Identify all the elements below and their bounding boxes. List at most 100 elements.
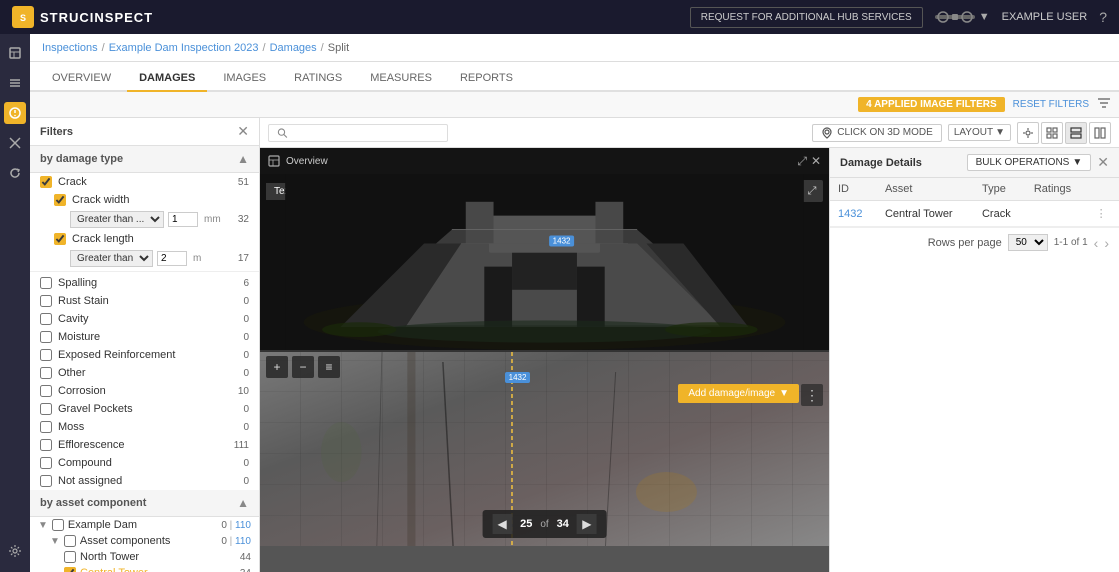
tab-damages[interactable]: DAMAGES — [127, 66, 207, 92]
filter-crack-width-condition: Greater than ... mm 32 — [30, 209, 259, 230]
zoom-in-button[interactable]: + — [266, 356, 288, 378]
asset-components-row: ▼ Asset components 0 | 110 — [30, 533, 259, 549]
filter-other-checkbox[interactable] — [40, 367, 52, 379]
sidebar-icon-close[interactable] — [4, 132, 26, 154]
filter-crack-width-select[interactable]: Greater than ... — [70, 211, 164, 228]
next-image-button[interactable]: ▶ — [577, 514, 597, 534]
filter-crack-length-checkbox[interactable] — [54, 233, 66, 245]
damage-row-more-icon[interactable]: ⋮ — [1096, 208, 1107, 220]
click-3d-mode-button[interactable]: CLICK ON 3D MODE — [812, 124, 942, 142]
add-damage-button[interactable]: Add damage/image ▼ — [678, 384, 799, 403]
fullscreen-icon[interactable]: ⤢ — [797, 154, 807, 169]
image-more-options-icon[interactable]: ⋮ — [801, 384, 823, 406]
tab-reports[interactable]: REPORTS — [448, 66, 525, 92]
filter-crack-checkbox[interactable] — [40, 176, 52, 188]
asset-components-expand[interactable]: ▼ — [50, 536, 60, 547]
layout-split-icon[interactable] — [1065, 122, 1087, 144]
svg-text:S: S — [20, 13, 26, 23]
bulk-operations-group: BULK OPERATIONS ▼ ✕ — [967, 154, 1109, 171]
damage-id-link[interactable]: 1432 — [838, 208, 862, 220]
filter-corrosion-checkbox[interactable] — [40, 385, 52, 397]
asset-central-tower-count: 34 — [240, 568, 251, 572]
filter-exposed-checkbox[interactable] — [40, 349, 52, 361]
filter-crack-width-input[interactable] — [168, 212, 198, 227]
asset-central-tower-checkbox[interactable] — [64, 567, 76, 572]
filter-ruststain-checkbox[interactable] — [40, 295, 52, 307]
damage-details-title: Damage Details — [840, 157, 922, 169]
sidebar-icon-settings[interactable] — [4, 540, 26, 562]
filter-crack-width-checkbox[interactable] — [54, 194, 66, 206]
tab-ratings[interactable]: RATINGS — [282, 66, 354, 92]
3d-damage-marker[interactable]: 1432 — [549, 235, 575, 246]
filter-spalling-row: Spalling 6 — [30, 274, 259, 292]
asset-dam-checkbox[interactable] — [52, 519, 64, 531]
bulk-operations-button[interactable]: BULK OPERATIONS ▼ — [967, 154, 1092, 171]
filter-spalling-checkbox[interactable] — [40, 277, 52, 289]
tab-overview[interactable]: OVERVIEW — [40, 66, 123, 92]
filter-other-row: Other 0 — [30, 364, 259, 382]
toolbar-menu-button[interactable]: ≡ — [318, 356, 340, 378]
col-asset: Asset — [877, 178, 974, 201]
filter-moisture-checkbox[interactable] — [40, 331, 52, 343]
drone-dropdown[interactable]: ▼ — [979, 11, 990, 23]
layout-columns-icon[interactable] — [1089, 122, 1111, 144]
breadcrumb-inspection[interactable]: Example Dam Inspection 2023 — [109, 42, 259, 54]
rows-per-page-select[interactable]: 50 — [1008, 234, 1048, 251]
breadcrumb-damages[interactable]: Damages — [270, 42, 317, 54]
damage-type-toggle[interactable]: ▲ — [237, 152, 249, 166]
filter-toggle-icon[interactable] — [1097, 96, 1111, 113]
filter-crack-length-select[interactable]: Greater than — [70, 250, 153, 267]
layout-settings-icon[interactable] — [1017, 122, 1039, 144]
filter-cavity-checkbox[interactable] — [40, 313, 52, 325]
tab-measures[interactable]: MEASURES — [358, 66, 444, 92]
breadcrumb-inspections[interactable]: Inspections — [42, 42, 98, 54]
zoom-out-button[interactable]: − — [292, 356, 314, 378]
filter-moss-label: Moss — [58, 421, 84, 433]
col-type: Type — [974, 178, 1026, 201]
user-menu[interactable]: EXAMPLE USER — [1002, 11, 1088, 23]
layout-dropdown[interactable]: LAYOUT ▼ — [948, 124, 1011, 141]
prev-image-button[interactable]: ◀ — [492, 514, 512, 534]
sidebar-icon-damage[interactable] — [4, 102, 26, 124]
filter-gravel-checkbox[interactable] — [40, 403, 52, 415]
sidebar-icon-refresh[interactable] — [4, 162, 26, 184]
image-damage-marker[interactable]: 1432 — [505, 372, 531, 383]
filter-efflorescence-checkbox[interactable] — [40, 439, 52, 451]
damage-details-collapse-icon[interactable]: ✕ — [1097, 154, 1109, 171]
asset-central-tower-label: Central Tower — [80, 567, 148, 572]
hub-services-button[interactable]: REQUEST FOR ADDITIONAL HUB SERVICES — [690, 7, 923, 28]
filter-notassigned-checkbox[interactable] — [40, 475, 52, 487]
filter-panel-title: Filters — [40, 126, 73, 138]
logo-text: STRUCINSPECT — [40, 10, 153, 25]
asset-north-tower-checkbox[interactable] — [64, 551, 76, 563]
filter-panel-close-icon[interactable]: ✕ — [237, 123, 249, 140]
image-canvas[interactable]: 1432 + − ≡ Add damage/image ▼ — [260, 352, 829, 546]
3d-viewer-header: Overview ⤢ ✕ — [260, 148, 829, 174]
sidebar-icon-home[interactable] — [4, 42, 26, 64]
drone-icon — [935, 7, 975, 27]
filter-crack-length-input[interactable] — [157, 251, 187, 266]
content-area: Overview ⤢ ✕ Texture ▼ — [260, 148, 1119, 572]
layout-icons — [1017, 122, 1111, 144]
help-icon[interactable]: ? — [1099, 9, 1107, 25]
3d-viewer-close-icon[interactable]: ✕ — [811, 154, 821, 168]
asset-component-toggle[interactable]: ▲ — [237, 496, 249, 510]
sidebar-icon-list[interactable] — [4, 72, 26, 94]
asset-dam-expand[interactable]: ▼ — [38, 520, 48, 531]
tab-images[interactable]: IMAGES — [211, 66, 278, 92]
damage-details-panel: Damage Details BULK OPERATIONS ▼ ✕ ID As… — [829, 148, 1119, 572]
prev-page-button[interactable]: ‹ — [1094, 235, 1099, 251]
filter-crack-length-row: Crack length — [30, 230, 259, 248]
filter-crack-length-condition: Greater than m 17 — [30, 248, 259, 269]
filter-moss-checkbox[interactable] — [40, 421, 52, 433]
filter-corrosion-label: Corrosion — [58, 385, 106, 397]
layout-grid-icon[interactable] — [1041, 122, 1063, 144]
asset-components-checkbox[interactable] — [64, 535, 76, 547]
reset-filters-link[interactable]: RESET FILTERS — [1013, 99, 1089, 110]
search-input[interactable] — [294, 127, 439, 139]
filter-compound-count: 0 — [243, 458, 249, 469]
filter-crack-length-unit: m — [193, 253, 201, 264]
next-page-button[interactable]: › — [1104, 235, 1109, 251]
filter-compound-checkbox[interactable] — [40, 457, 52, 469]
3d-canvas[interactable]: Texture ▼ ≡ ? ⤢ — [260, 174, 829, 350]
